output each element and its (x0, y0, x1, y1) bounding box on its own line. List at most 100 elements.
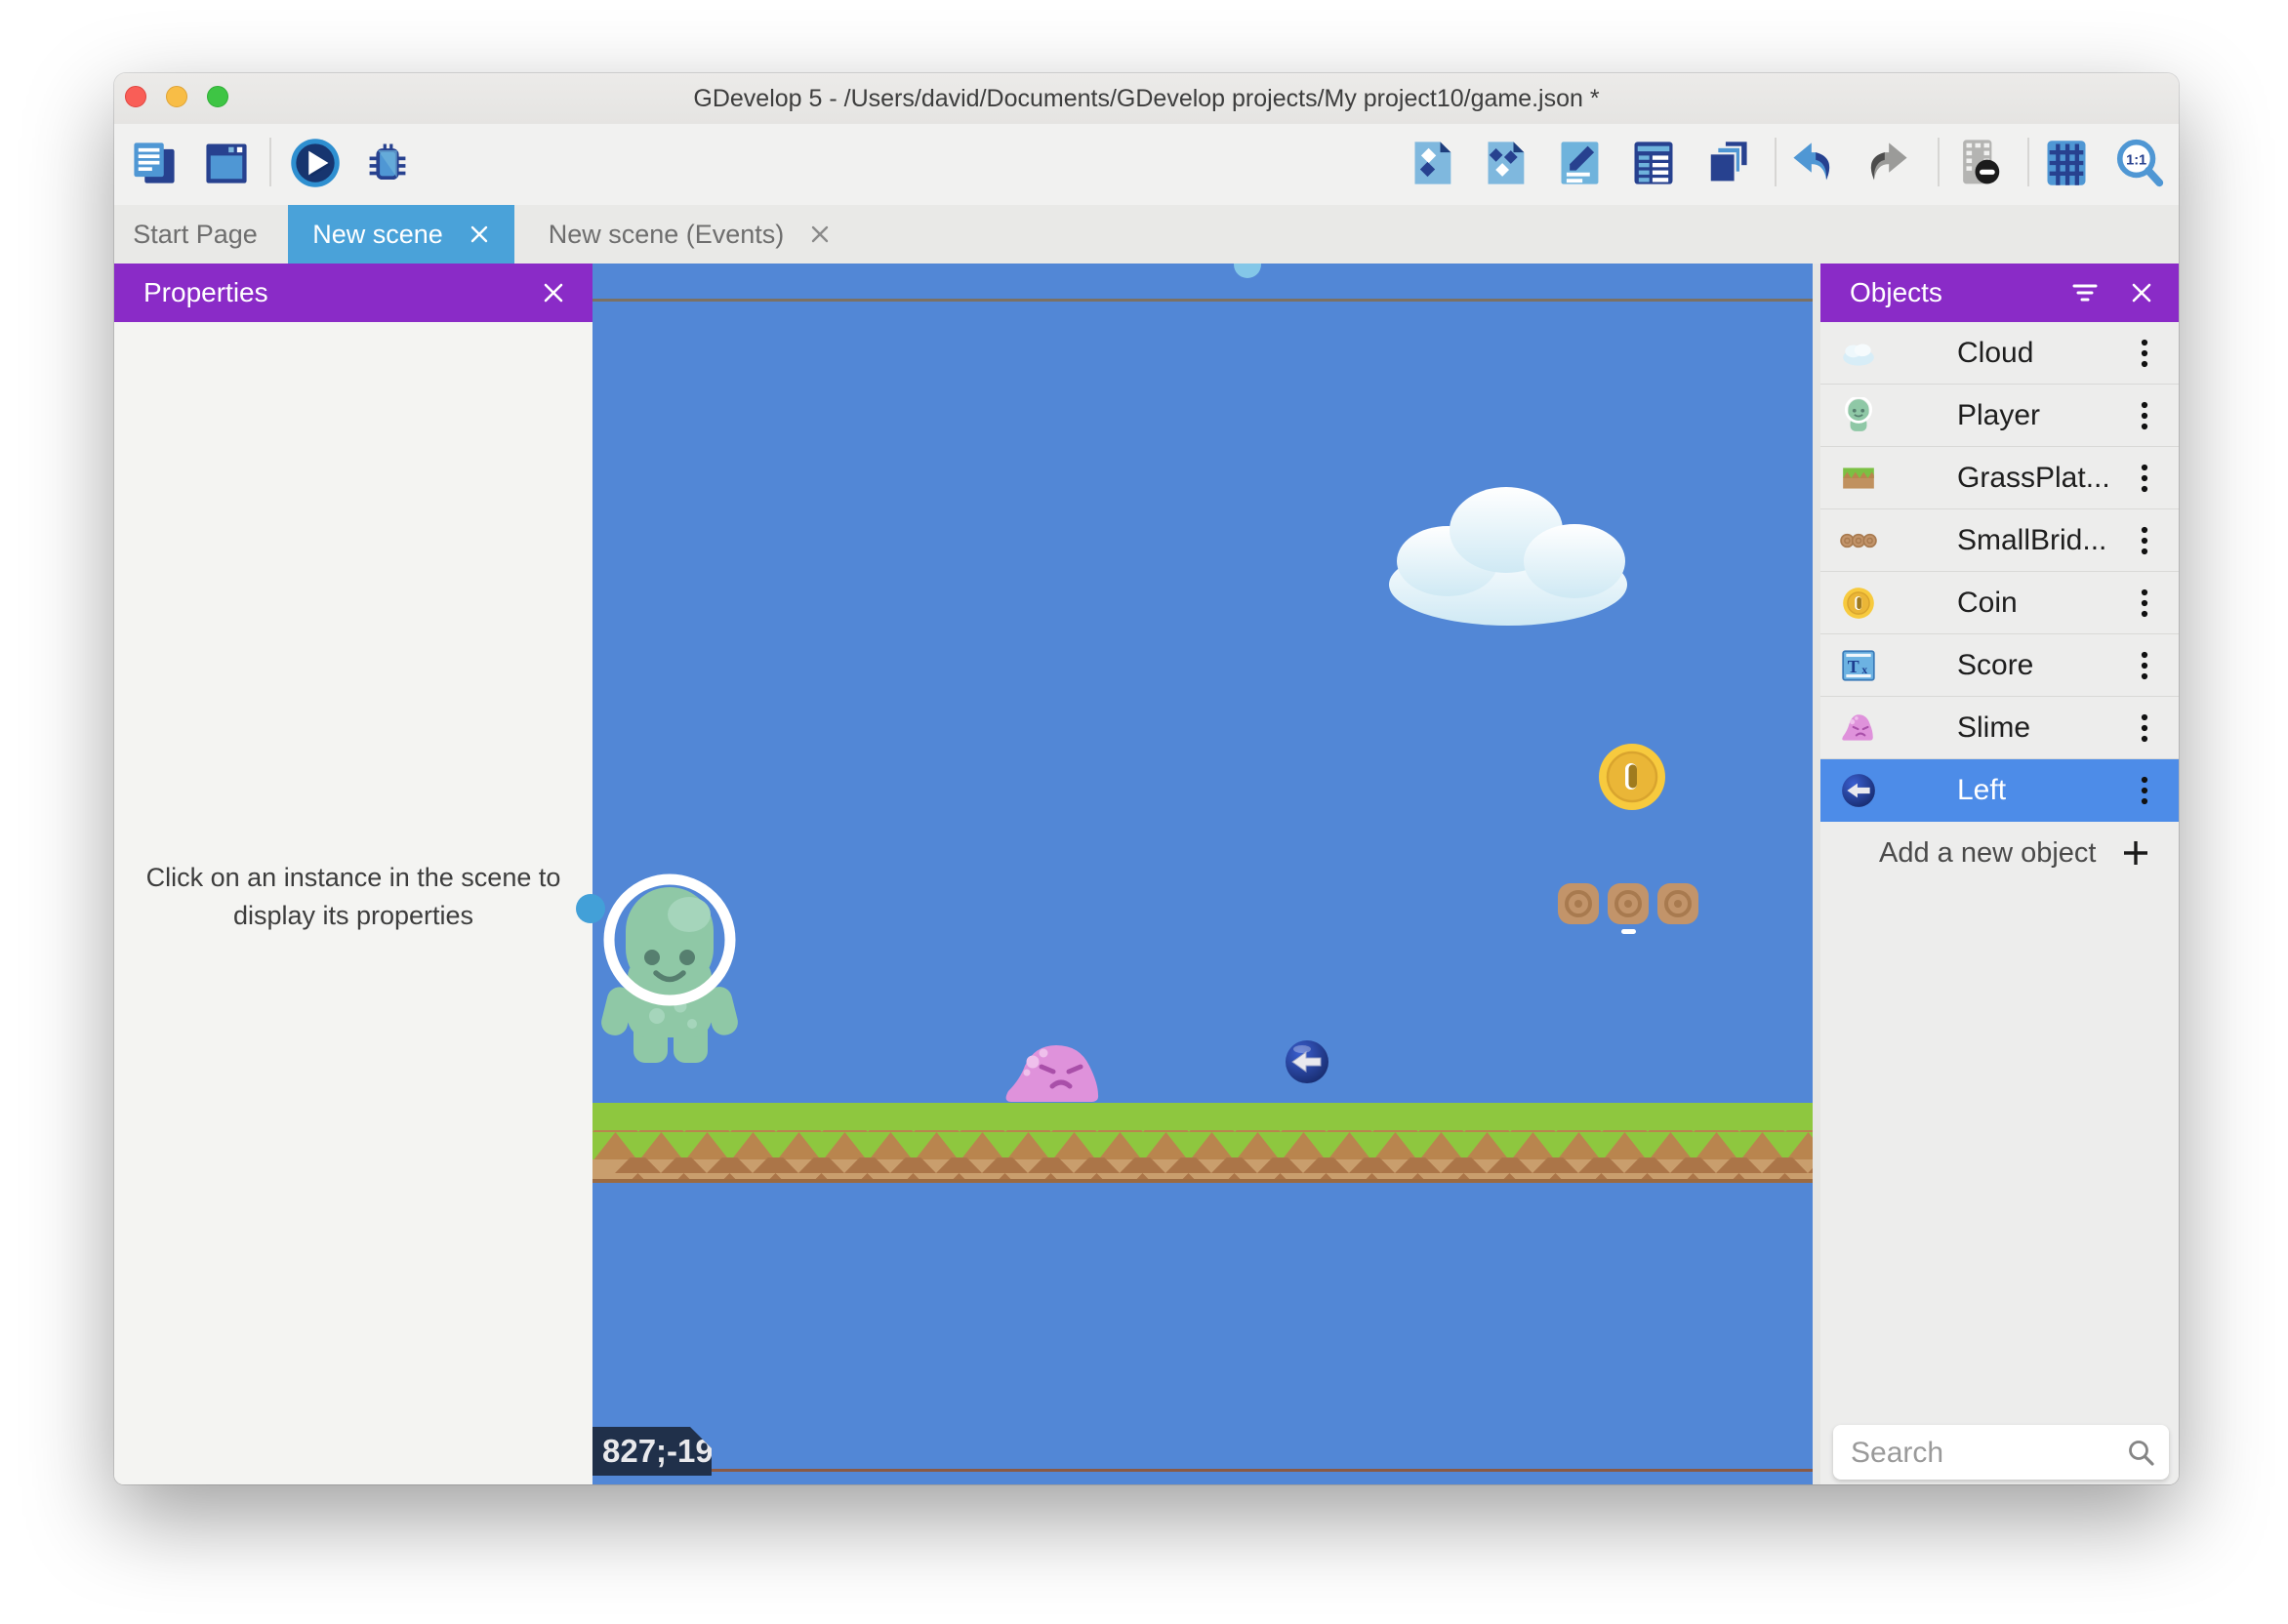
desktop-background: GDevelop 5 - /Users/david/Documents/GDev… (0, 0, 2288, 1624)
kebab-menu-icon[interactable] (2140, 464, 2149, 493)
grid-button[interactable] (2040, 136, 2093, 190)
play-preview-button[interactable] (289, 136, 342, 190)
kebab-menu-icon[interactable] (2140, 526, 2149, 555)
kebab-menu-icon[interactable] (2140, 651, 2149, 680)
debug-button[interactable] (361, 136, 414, 190)
project-manager-button[interactable] (128, 136, 181, 190)
object-groups-button[interactable] (1481, 136, 1533, 190)
redo-icon (1860, 138, 1913, 188)
object-row-coin[interactable]: Coin (1820, 572, 2179, 634)
debug-bug-icon (362, 138, 413, 188)
left-arrow-ball-icon (1840, 772, 1877, 809)
object-label: Score (1957, 634, 2033, 697)
project-manager-icon (129, 138, 180, 188)
handle-dot-left[interactable] (576, 894, 605, 923)
object-groups-icon (1482, 138, 1532, 188)
object-label: GrassPlat... (1957, 447, 2110, 509)
toolbar-separator (1775, 138, 1777, 186)
kebab-menu-icon[interactable] (2140, 339, 2149, 368)
small-bridge-icon (1840, 522, 1877, 559)
object-row-cloud[interactable]: Cloud (1820, 322, 2179, 385)
editor-tab-bar: Start Page New scene New scene (Events) (114, 205, 2179, 264)
scene-canvas[interactable]: 827;-19 (592, 264, 1813, 1484)
undo-button[interactable] (1787, 136, 1840, 190)
properties-panel: Properties Click on an instance in the s… (114, 264, 592, 1484)
toolbar-separator (269, 138, 271, 186)
layers-icon (1700, 138, 1753, 188)
object-row-left[interactable]: Left (1820, 759, 2179, 822)
cursor-coordinates-label: 827;-19 (592, 1427, 712, 1476)
search-input[interactable] (1849, 1431, 2116, 1476)
player-sprite[interactable] (596, 872, 743, 1067)
object-label: Cloud (1957, 322, 2033, 385)
small-bridge-sprite[interactable] (1555, 880, 1701, 937)
add-new-object-row[interactable]: Add a new object (1820, 822, 2179, 884)
objects-editor-button[interactable] (1408, 136, 1460, 190)
instances-list-button[interactable] (1627, 136, 1680, 190)
close-properties-icon[interactable] (542, 281, 565, 304)
kebab-menu-icon[interactable] (2140, 776, 2149, 805)
kebab-menu-icon[interactable] (2140, 589, 2149, 618)
coin-sprite[interactable] (1597, 742, 1667, 812)
cloud-sprite[interactable] (1381, 475, 1635, 628)
cloud-icon (1840, 335, 1877, 372)
undo-icon (1787, 138, 1840, 188)
redo-button[interactable] (1860, 136, 1913, 190)
objects-panel-header: Objects (1820, 264, 2179, 322)
object-label: Slime (1957, 697, 2030, 759)
objects-search-box (1833, 1425, 2169, 1480)
objects-panel: Objects Cloud (1820, 264, 2179, 1484)
left-button-sprite[interactable] (1284, 1038, 1330, 1085)
properties-panel-title: Properties (143, 277, 268, 308)
object-row-player[interactable]: Player (1820, 385, 2179, 447)
filter-objects-icon[interactable] (2071, 282, 2099, 304)
scene-bottom-border-line (592, 1469, 1813, 1472)
grid-icon (2041, 137, 2092, 189)
object-row-slime[interactable]: Slime (1820, 697, 2179, 759)
tab-label: New scene (Events) (549, 220, 785, 250)
object-row-grassplatform[interactable]: GrassPlat... (1820, 447, 2179, 509)
close-objects-icon[interactable] (2130, 281, 2153, 304)
slime-sprite[interactable] (1003, 1040, 1105, 1103)
open-scene-button[interactable] (200, 136, 253, 190)
object-row-smallbridge[interactable]: SmallBrid... (1820, 509, 2179, 572)
tab-new-scene[interactable]: New scene (288, 205, 514, 264)
zoom-one-to-one-icon: 1:1 (2113, 137, 2166, 189)
object-label: SmallBrid... (1957, 509, 2106, 572)
main-toolbar: 1:1 (114, 124, 2179, 205)
svg-text:1:1: 1:1 (2126, 153, 2146, 169)
tab-label: Start Page (133, 220, 258, 250)
title-bar: GDevelop 5 - /Users/david/Documents/GDev… (114, 73, 2179, 124)
object-label: Coin (1957, 572, 2018, 634)
instances-list-icon (1628, 138, 1679, 188)
zoom-one-to-one-button[interactable]: 1:1 (2113, 136, 2166, 190)
svg-text:x: x (1861, 664, 1867, 676)
close-tab-icon[interactable] (809, 223, 831, 245)
object-label: Player (1957, 385, 2040, 447)
slime-icon (1840, 710, 1877, 747)
tab-new-scene-events[interactable]: New scene (Events) (536, 205, 843, 264)
tab-start-page[interactable]: Start Page (127, 205, 264, 264)
score-text-icon: Tx (1840, 647, 1877, 684)
grass-platform-sprite[interactable] (592, 1103, 1813, 1183)
kebab-menu-icon[interactable] (2140, 401, 2149, 430)
editor-content: Properties Click on an instance in the s… (114, 264, 2179, 1484)
coin-icon (1840, 585, 1877, 622)
scene-top-border-line (592, 299, 1813, 302)
properties-button[interactable] (1554, 136, 1607, 190)
object-row-score[interactable]: Tx Score (1820, 634, 2179, 697)
layers-button[interactable] (1700, 136, 1753, 190)
gdevelop-window: GDevelop 5 - /Users/david/Documents/GDev… (114, 73, 2179, 1484)
toggle-mask-button[interactable] (1953, 136, 2006, 190)
object-label: Left (1957, 759, 2006, 822)
plus-icon[interactable] (2120, 837, 2151, 873)
handle-dot-top[interactable] (1234, 264, 1261, 278)
grass-platform-icon (1840, 460, 1877, 497)
window-title: GDevelop 5 - /Users/david/Documents/GDev… (114, 85, 2179, 113)
close-tab-icon[interactable] (469, 223, 490, 245)
kebab-menu-icon[interactable] (2140, 713, 2149, 743)
scene-window-icon (201, 138, 252, 188)
properties-hint-text: Click on an instance in the scene to dis… (127, 859, 580, 935)
toolbar-separator (2027, 138, 2029, 186)
properties-panel-header: Properties (114, 264, 592, 322)
